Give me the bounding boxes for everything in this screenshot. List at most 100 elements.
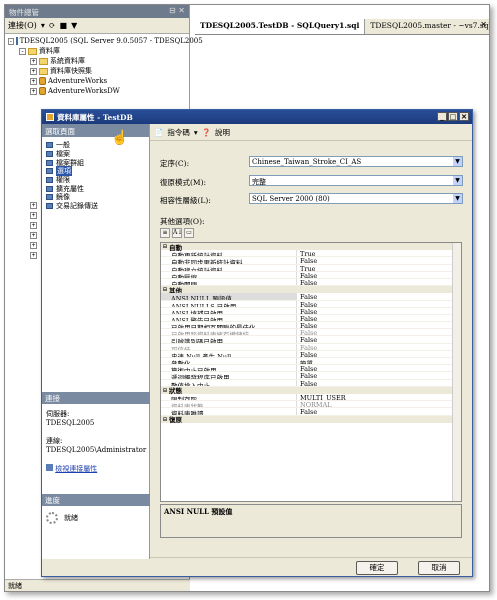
tree-node[interactable]: + 資料庫快照集 bbox=[8, 66, 186, 76]
property-value[interactable]: 簡單 bbox=[297, 358, 313, 364]
property-value[interactable]: True bbox=[297, 250, 315, 256]
page-item[interactable]: 交易記錄傳送 bbox=[46, 202, 145, 211]
expand-icon[interactable]: + bbox=[30, 201, 37, 209]
collapse-icon[interactable]: - bbox=[8, 37, 14, 45]
help-button[interactable]: 說明 bbox=[215, 127, 230, 138]
property-category[interactable]: ⊟ 狀態 bbox=[161, 386, 461, 395]
property-row[interactable]: 引號識別碼已啟用 False bbox=[161, 336, 461, 344]
property-value[interactable]: True bbox=[297, 265, 315, 271]
property-row[interactable]: 串連 Null 產生 Null False bbox=[161, 350, 461, 358]
chevron-down-icon[interactable]: ▼ bbox=[453, 194, 462, 203]
property-value[interactable]: MULTI_USER bbox=[297, 394, 346, 400]
script-dropdown-icon[interactable]: ▾ bbox=[194, 128, 198, 137]
property-row[interactable]: 限制存取 MULTI_USER bbox=[161, 393, 461, 402]
view-connection-properties-link[interactable]: 檢視連接屬性 bbox=[55, 465, 97, 473]
expand-icon[interactable]: + bbox=[30, 87, 37, 95]
categorized-icon[interactable]: ≡ bbox=[160, 228, 170, 238]
property-value[interactable]: False bbox=[297, 308, 317, 314]
property-value[interactable]: False bbox=[297, 408, 317, 414]
expand-icon[interactable]: + bbox=[30, 67, 37, 75]
expand-icon[interactable]: + bbox=[30, 57, 37, 65]
property-value[interactable]: False bbox=[297, 301, 317, 307]
tree-node[interactable]: + AdventureWorks bbox=[8, 76, 186, 86]
connect-button[interactable]: 連接(O) bbox=[8, 20, 37, 31]
property-row[interactable]: 算術中止已啟用 False bbox=[161, 365, 461, 373]
close-button[interactable]: ✕ bbox=[459, 112, 469, 121]
expand-icon[interactable]: + bbox=[30, 77, 37, 85]
collapse-icon[interactable]: ⊟ bbox=[161, 416, 169, 423]
property-value[interactable]: False bbox=[297, 380, 317, 386]
tab-query2[interactable]: TDESQL2005.master - ~vs7.sql bbox=[365, 19, 489, 34]
maximize-button[interactable]: □ bbox=[448, 112, 458, 121]
property-row[interactable]: 自動建立統計資料 True bbox=[161, 264, 461, 272]
tree-node[interactable]: - 資料庫 bbox=[8, 46, 186, 56]
property-row[interactable]: 已啟用日期相互關聯的最佳化 False bbox=[161, 322, 461, 330]
property-row[interactable]: 遞迴觸發程序已啟用 False bbox=[161, 372, 461, 380]
property-row[interactable]: 自動更新統計資料 True bbox=[161, 250, 461, 258]
property-row[interactable]: 自動非同步更新統計資料 False bbox=[161, 257, 461, 265]
property-row[interactable]: ANSI 警告已啟用 False bbox=[161, 314, 461, 323]
tab-query1[interactable]: TDESQL2005.TestDB - SQLQuery1.sql bbox=[195, 19, 366, 34]
chevron-down-icon[interactable]: ▼ bbox=[453, 157, 462, 166]
property-value[interactable]: False bbox=[297, 279, 317, 285]
property-pages-icon[interactable]: ▭ bbox=[184, 228, 194, 238]
help-icon[interactable]: ❓ bbox=[202, 128, 211, 137]
property-value[interactable]: False bbox=[297, 272, 317, 278]
property-value[interactable]: False bbox=[297, 372, 317, 378]
property-row[interactable]: ANSI NULL 預設值 False bbox=[161, 293, 461, 301]
expand-icon[interactable]: + bbox=[30, 251, 37, 259]
pin-icon[interactable]: ⊟ ✕ bbox=[169, 6, 185, 15]
property-value[interactable]: False bbox=[297, 351, 317, 357]
property-value[interactable]: False bbox=[297, 257, 317, 263]
expand-icon[interactable]: + bbox=[30, 211, 37, 219]
expand-icon[interactable]: + bbox=[30, 241, 37, 249]
expand-icon[interactable]: + bbox=[30, 221, 37, 229]
property-category[interactable]: ⊟ 其他 bbox=[161, 286, 461, 295]
property-value[interactable]: False bbox=[297, 336, 317, 342]
compatibility-level-select[interactable]: SQL Server 2000 (80) ▼ bbox=[249, 193, 463, 204]
ok-button[interactable]: 確定 bbox=[356, 561, 398, 575]
minimize-button[interactable]: _ bbox=[437, 112, 447, 121]
script-button[interactable]: 指令碼 bbox=[167, 127, 190, 138]
tree-node[interactable]: - TDESQL2005 (SQL Server 9.0.5057 - TDESQ… bbox=[8, 36, 203, 46]
tree-node[interactable]: + AdventureWorksDW bbox=[8, 86, 186, 96]
property-value[interactable]: False bbox=[297, 293, 317, 299]
property-value[interactable]: False bbox=[297, 315, 317, 321]
property-value[interactable]: False bbox=[297, 322, 317, 328]
expand-icon[interactable]: + bbox=[30, 231, 37, 239]
property-category[interactable]: ⊟ 復原 bbox=[161, 415, 461, 424]
alphabetical-icon[interactable]: A↓ bbox=[172, 228, 182, 238]
property-row[interactable]: ANSI 填補已啟用 False bbox=[161, 307, 461, 315]
property-value[interactable]: False bbox=[297, 329, 317, 335]
collapse-icon[interactable]: ⊟ bbox=[161, 286, 169, 293]
property-value[interactable]: False bbox=[297, 344, 317, 350]
property-row[interactable]: 數值捨入中止 False bbox=[161, 379, 461, 387]
connect-dropdown-icon[interactable]: ▾ bbox=[41, 21, 45, 30]
collapse-icon[interactable]: ⊟ bbox=[161, 243, 169, 250]
property-row[interactable]: 自動壓縮 False bbox=[161, 271, 461, 279]
collapse-icon[interactable]: - bbox=[19, 47, 26, 55]
property-row[interactable]: 資料庫唯讀 False bbox=[161, 408, 461, 416]
property-row[interactable]: 資料庫狀態 NORMAL bbox=[161, 401, 461, 409]
cancel-button[interactable]: 取消 bbox=[418, 561, 460, 575]
property-value[interactable]: False bbox=[297, 365, 317, 371]
chevron-down-icon[interactable]: ▼ bbox=[453, 176, 462, 185]
property-row[interactable]: ANSI NULLS 已啟用 False bbox=[161, 300, 461, 308]
refresh-icon[interactable]: ⟳ bbox=[49, 21, 56, 30]
property-grid-scrollbar[interactable] bbox=[452, 243, 461, 501]
property-grid[interactable]: ⊟ 自動 自動更新統計資料 True 自動非同步更新統計資料 False 自動建立統計資料 T… bbox=[160, 242, 462, 502]
stop-icon[interactable]: ■ bbox=[60, 21, 68, 30]
property-row[interactable]: 參數化 簡單 bbox=[161, 358, 461, 366]
close-tab-icon[interactable]: ✕ bbox=[480, 20, 487, 29]
filter-icon[interactable]: ▼ bbox=[71, 21, 77, 30]
collation-select[interactable]: Chinese_Taiwan_Stroke_CI_AS ▼ bbox=[249, 156, 463, 167]
property-row[interactable]: 可信任 False bbox=[161, 343, 461, 351]
property-category[interactable]: ⊟ 自動 bbox=[161, 243, 461, 252]
property-row[interactable]: 自動關閉 False bbox=[161, 278, 461, 287]
property-row[interactable]: 已啟用跨資料庫擁有權鏈結 False bbox=[161, 329, 461, 337]
script-icon[interactable]: 📄 bbox=[154, 128, 163, 137]
collapse-icon[interactable]: ⊟ bbox=[161, 387, 169, 394]
tree-node[interactable]: + 系統資料庫 bbox=[8, 56, 186, 66]
recovery-model-select[interactable]: 完整 ▼ bbox=[249, 175, 463, 186]
property-value[interactable]: NORMAL bbox=[297, 401, 332, 407]
